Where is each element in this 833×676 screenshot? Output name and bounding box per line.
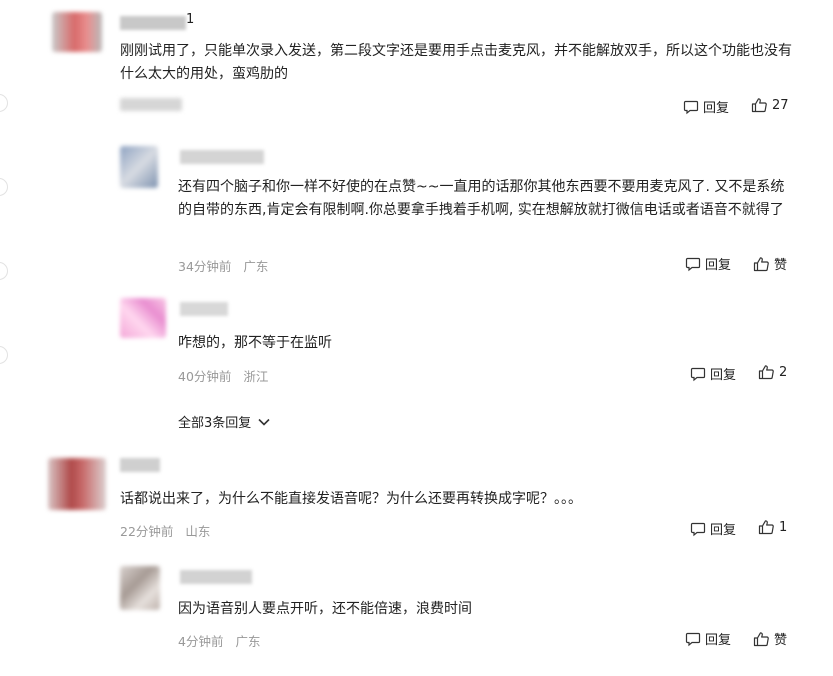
avatar[interactable] [120,146,158,188]
like-label: 赞 [774,633,788,648]
reply-button[interactable]: 回复 [690,364,736,383]
comment-2: 话都说出来了，为什么不能直接发语音呢？为什么还要再转换成字呢？。。。 22分钟前… [0,450,833,550]
comment-time: 4分钟前 [178,634,224,649]
reply-comment-2: 咋想的，那不等于在监听 40分钟前 浙江 回复 2 [0,290,833,390]
username-blurred[interactable] [180,302,228,316]
thumbs-up-icon [758,520,774,535]
comment-bubble-icon [685,632,701,646]
reply-label: 回复 [710,368,737,383]
reply-label: 回复 [710,523,737,538]
username-blurred[interactable] [120,16,186,30]
like-button[interactable]: 27 [751,97,789,113]
comment-time: 22分钟前 [120,524,174,539]
chevron-down-icon [258,418,270,426]
comment-location: 浙江 [243,369,269,384]
like-count: 2 [779,364,788,380]
comment-text: 话都说出来了，为什么不能直接发语音呢？为什么还要再转换成字呢？。。。 [120,491,582,507]
reply-button[interactable]: 回复 [685,629,731,648]
username-blurred[interactable] [180,570,252,584]
reply-label: 回复 [703,101,730,116]
like-button[interactable]: 赞 [753,254,787,273]
username-blurred[interactable] [120,458,160,472]
reply-comment-3: 因为语音别人要点开听，还不能倍速，浪费时间 4分钟前 广东 回复 赞 [0,560,833,670]
comment-text: 咋想的，那不等于在监听 [178,335,332,351]
like-button[interactable]: 赞 [753,629,787,648]
comment-time: 40分钟前 [178,369,232,384]
reply-label: 回复 [705,633,732,648]
comment-meta: 4分钟前 广东 [178,631,268,650]
username-tail: 1 [186,12,195,27]
reply-button[interactable]: 回复 [683,97,729,116]
comment-bubble-icon [683,100,699,114]
avatar[interactable] [48,458,106,510]
reply-button[interactable]: 回复 [685,254,731,273]
comment-text: 刚刚试用了，只能单次录入发送，第二段文字还是要用手点击麦克风，并不能解放双手，所… [120,43,792,82]
comment-1: 1 刚刚试用了，只能单次录入发送，第二段文字还是要用手点击麦克风，并不能解放双手… [0,0,833,130]
thumbs-up-icon [753,631,769,646]
expand-replies-label: 全部3条回复 [178,416,252,431]
comment-bubble-icon [690,522,706,536]
avatar[interactable] [120,298,166,338]
thumbs-up-icon [758,365,774,380]
reply-comment-1: 还有四个脑子和你一样不好使的在点赞~~一直用的话那你其他东西要不要用麦克风了. … [0,140,833,280]
meta-blurred [120,98,182,111]
expand-replies-button[interactable]: 全部3条回复 [178,412,271,431]
username-blurred[interactable] [180,150,264,164]
avatar[interactable] [52,12,102,52]
comment-location: 广东 [235,634,261,649]
avatar[interactable] [120,566,160,610]
comment-meta: 40分钟前 浙江 [178,366,276,385]
comment-bubble-icon [690,367,706,381]
comment-bubble-icon [685,257,701,271]
comment-text: 还有四个脑子和你一样不好使的在点赞~~一直用的话那你其他东西要不要用麦克风了. … [178,179,785,218]
like-button[interactable]: 1 [758,519,787,535]
like-count: 27 [772,97,789,113]
thumbs-up-icon [751,98,767,113]
like-count: 1 [779,519,788,535]
reply-button[interactable]: 回复 [690,519,736,538]
like-label: 赞 [774,258,788,273]
thumbs-up-icon [753,256,769,271]
comment-meta: 34分钟前 广东 [178,256,276,275]
comment-location: 山东 [185,524,211,539]
reply-label: 回复 [705,258,732,273]
comment-meta: 22分钟前 山东 [120,521,218,540]
comment-time: 34分钟前 [178,259,232,274]
like-button[interactable]: 2 [758,364,787,380]
comment-text: 因为语音别人要点开听，还不能倍速，浪费时间 [178,601,472,617]
comment-location: 广东 [243,259,269,274]
